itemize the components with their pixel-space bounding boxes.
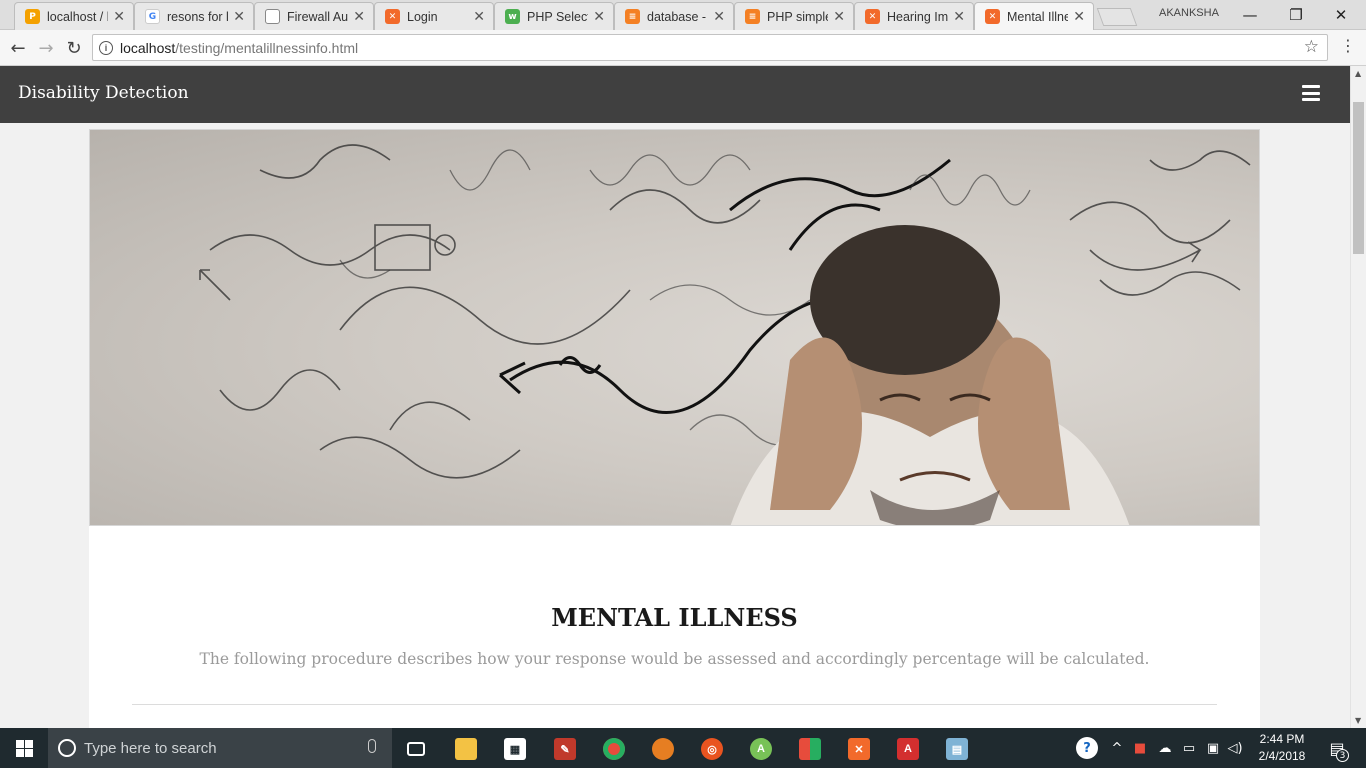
close-icon[interactable]: ✕ [233,9,245,25]
firefox-icon[interactable] [643,733,683,765]
tab-php-simple[interactable]: ≡ PHP simple ✕ [734,2,854,30]
stackoverflow-icon: ≡ [745,9,760,24]
file-explorer-icon[interactable] [446,733,486,765]
close-icon[interactable]: ✕ [353,9,365,25]
chrome-icon[interactable] [594,733,634,765]
volume-icon[interactable]: ◁) [1226,728,1244,768]
page-icon [265,9,280,24]
clock-time: 2:44 PM [1259,732,1305,746]
notification-count: 3 [1336,749,1349,762]
tab-database[interactable]: ≡ database - ✕ [614,2,734,30]
w3schools-icon: w [505,9,520,24]
back-icon[interactable]: ← [6,36,30,60]
tab-title: PHP simple [767,9,829,24]
close-icon[interactable]: ✕ [1073,9,1085,25]
bookmark-star-icon[interactable]: ☆ [1304,37,1319,57]
app-icon[interactable]: ✎ [545,733,585,765]
close-icon[interactable]: ✕ [593,9,605,25]
search-placeholder: Type here to search [84,739,217,757]
help-icon[interactable]: ? [1074,728,1100,768]
android-studio-icon[interactable]: A [741,733,781,765]
tab-title: database - [647,9,707,24]
google-icon: G [145,9,160,24]
taskbar-clock[interactable]: 2:44 PM 2/4/2018 [1250,731,1314,765]
hamburger-menu-icon[interactable] [1302,85,1320,101]
browser-toolbar: ← → ↻ i localhost/testing/mentalillnessi… [0,30,1366,66]
xampp-icon: ✕ [985,9,1000,24]
info-icon[interactable]: i [99,40,113,55]
close-icon[interactable]: ✕ [473,9,485,25]
browser-tab-strip: P localhost / l ✕ G resons for l ✕ Firew… [0,0,1366,30]
xampp-icon: ✕ [385,9,400,24]
page-subtitle: The following procedure describes how yo… [199,650,1150,668]
taskbar-search[interactable]: Type here to search [48,728,392,768]
tab-php-select[interactable]: w PHP Select ✕ [494,2,614,30]
gift-icon[interactable]: ■ [1130,728,1150,768]
xampp-icon[interactable]: ✕ [839,733,879,765]
url-path: /testing/mentalillnessinfo.html [175,39,359,56]
tab-title: Firewall Au [287,9,349,24]
tab-title: resons for l [167,9,229,24]
notifications-icon[interactable]: ▤ 3 [1322,728,1352,768]
close-window-icon[interactable]: ✕ [1318,0,1364,30]
restore-icon[interactable]: ❐ [1273,0,1319,30]
address-bar[interactable]: i localhost/testing/mentalillnessinfo.ht… [92,34,1328,61]
xampp-icon: ✕ [865,9,880,24]
profile-name[interactable]: AKANKSHA [1159,7,1219,19]
close-icon[interactable]: ✕ [713,9,725,25]
store-icon[interactable]: ▦ [495,733,535,765]
minimize-icon[interactable]: — [1227,0,1273,30]
close-icon[interactable]: ✕ [833,9,845,25]
forward-icon[interactable]: → [34,36,58,60]
cortana-icon [58,739,76,757]
tab-title: Mental Illne [1007,9,1069,24]
windows-taskbar: Type here to search ▦ ✎ ◎ A ✕ A ▤ ? ^ ■ … [0,728,1366,768]
phpmyadmin-icon: P [25,9,40,24]
battery-icon[interactable]: ▣ [1204,728,1222,768]
tab-title: localhost / l [47,9,109,24]
site-brand[interactable]: Disability Detection [18,83,189,103]
tab-title: Hearing Im [887,9,949,24]
microphone-icon[interactable] [368,739,376,753]
tab-resons[interactable]: G resons for l ✕ [134,2,254,30]
page-title: MENTAL ILLNESS [551,603,798,632]
page-scrollbar[interactable]: ▲ ▼ [1350,66,1366,728]
office-icon[interactable] [790,733,830,765]
tab-login[interactable]: ✕ Login ✕ [374,2,494,30]
scroll-down-icon[interactable]: ▼ [1355,716,1361,725]
page-viewport: Disability Detection MENTAL ILLNESS The … [0,66,1350,728]
tab-localhost[interactable]: P localhost / l ✕ [14,2,134,30]
content-section: MENTAL ILLNESS The following procedure d… [89,526,1260,728]
section-divider [132,704,1217,705]
site-navbar: Disability Detection [0,66,1350,123]
scroll-up-icon[interactable]: ▲ [1355,69,1361,78]
close-icon[interactable]: ✕ [113,9,125,25]
acrobat-icon[interactable]: A [888,733,928,765]
tab-title: PHP Select [527,9,589,24]
chevron-up-icon[interactable]: ^ [1108,728,1126,768]
tab-hearing[interactable]: ✕ Hearing Im ✕ [854,2,974,30]
start-button[interactable] [0,728,48,768]
clock-date: 2/4/2018 [1258,749,1306,763]
chrome-menu-icon[interactable]: ⋮ [1340,36,1356,55]
windows-logo-icon [15,739,33,757]
stressed-man-illustration [199,144,1251,525]
notepad-icon[interactable]: ▤ [937,733,977,765]
stackoverflow-icon: ≡ [625,9,640,24]
tab-firewall[interactable]: Firewall Au ✕ [254,2,374,30]
task-view-icon[interactable] [396,733,436,765]
close-icon[interactable]: ✕ [953,9,965,25]
ubuntu-icon[interactable]: ◎ [692,733,732,765]
new-tab-button[interactable] [1096,8,1138,26]
url-host: localhost [120,39,176,56]
tab-title: Login [407,9,438,24]
onedrive-icon[interactable]: ☁ [1154,728,1176,768]
scrollbar-thumb[interactable] [1353,102,1364,254]
tab-mental-illness[interactable]: ✕ Mental Illne ✕ [974,2,1094,30]
reload-icon[interactable]: ↻ [62,36,86,60]
network-icon[interactable]: ▭ [1180,728,1198,768]
hero-image [89,129,1260,526]
